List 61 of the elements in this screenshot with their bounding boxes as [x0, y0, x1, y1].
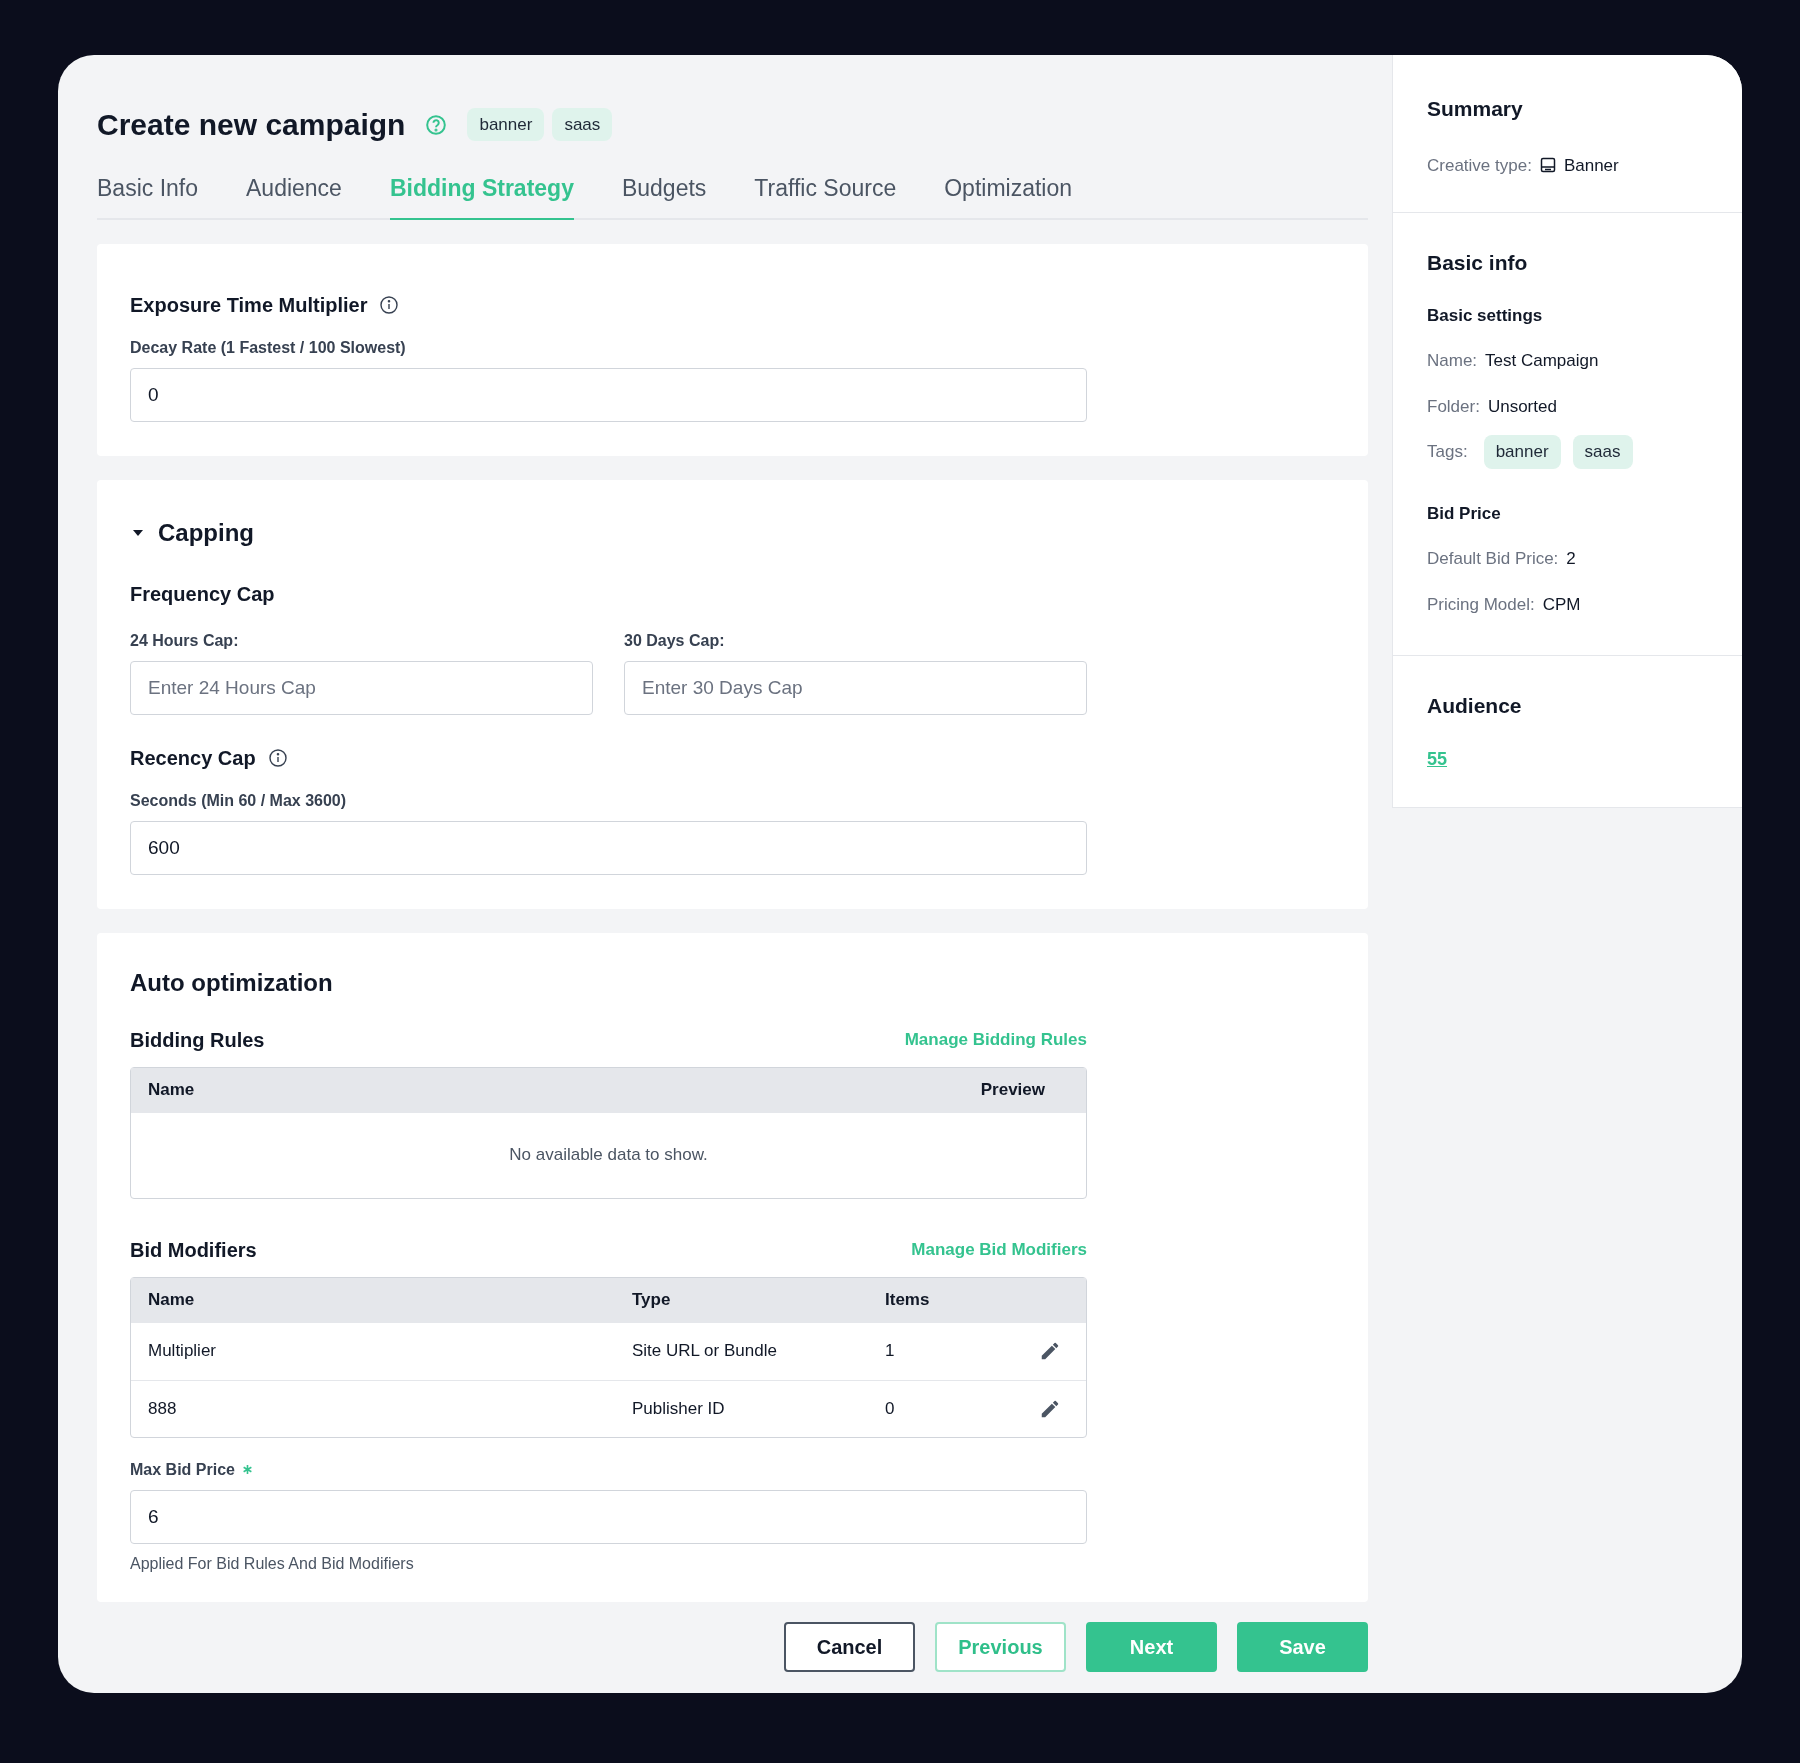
- outline-button[interactable]: Cancel: [784, 1621, 915, 1672]
- tab[interactable]: Budgets: [621, 171, 707, 220]
- summary-label: Folder:: [1427, 395, 1480, 418]
- summary-label: Tags:: [1427, 441, 1468, 463]
- table-cell-text: 1: [885, 1340, 896, 1363]
- table-cell-text: 0: [885, 1397, 896, 1420]
- tab[interactable]: Traffic Source: [754, 171, 897, 220]
- cap-field[interactable]: Enter 24 Hours Cap: [130, 660, 593, 715]
- summary-value: 2: [1566, 548, 1576, 570]
- subsection-title: Recency Cap: [130, 745, 256, 771]
- tag: banner: [1483, 435, 1561, 469]
- info-icon: [267, 747, 288, 768]
- tag: saas: [552, 107, 613, 142]
- pencil-icon[interactable]: [1039, 1340, 1061, 1362]
- field-label: Max Bid Price: [130, 1459, 235, 1480]
- summary-value: Test Campaign: [1485, 350, 1599, 372]
- subsection-title: Frequency Cap: [130, 581, 276, 607]
- panel-subtitle: Bid Price: [1427, 502, 1502, 525]
- table-cell-text: Multiplier: [148, 1340, 218, 1363]
- field-hint: Applied For Bid Rules And Bid Modifiers: [130, 1553, 415, 1574]
- column-header: Type: [632, 1289, 672, 1312]
- summary-value: Unsorted: [1487, 395, 1557, 418]
- panel-title: Summary: [1427, 96, 1524, 122]
- cap-field[interactable]: Enter 30 Days Cap: [624, 660, 1087, 715]
- field-label: Seconds (Min 60 / Max 3600): [130, 790, 348, 811]
- page-title: Create new campaign: [97, 107, 406, 143]
- column-header: Name: [148, 1289, 196, 1312]
- summary-label: Creative type:: [1427, 154, 1532, 177]
- panel-title: Basic info: [1427, 250, 1529, 276]
- table-cell-text: Publisher ID: [632, 1397, 726, 1420]
- column-header: Items: [885, 1289, 931, 1312]
- subsection-title: Bidding Rules: [130, 1027, 265, 1053]
- tab[interactable]: Audience: [246, 171, 342, 220]
- tag: banner: [467, 107, 545, 142]
- column-header: Preview: [980, 1079, 1046, 1102]
- panel-title: Audience: [1427, 693, 1522, 719]
- empty-message: No available data to show.: [509, 1144, 708, 1167]
- summary-label: Name:: [1427, 350, 1478, 372]
- field-label: 30 Days Cap:: [624, 630, 726, 651]
- subsection-title: Bid Modifiers: [130, 1237, 257, 1263]
- column-header: Name: [148, 1079, 196, 1102]
- seconds-field[interactable]: 600: [130, 820, 1087, 875]
- decay-rate-field[interactable]: 0: [130, 367, 1087, 422]
- info-icon: [379, 294, 400, 315]
- panel-subtitle: Basic settings: [1427, 304, 1544, 327]
- section-title: Auto optimization: [130, 967, 334, 998]
- summary-value: CPM: [1542, 593, 1581, 616]
- table-cell-text: 888: [148, 1397, 178, 1420]
- field-label: Decay Rate (1 Fastest / 100 Slowest): [130, 337, 407, 358]
- section-title: Exposure Time Multiplier: [130, 292, 368, 318]
- max-bid-field[interactable]: 6: [130, 1489, 1087, 1544]
- tag: saas: [1572, 435, 1633, 469]
- image-icon: [1539, 157, 1556, 174]
- summary-value: Banner: [1563, 154, 1619, 177]
- field-label: 24 Hours Cap:: [130, 630, 240, 651]
- table-cell-text: Site URL or Bundle: [632, 1340, 778, 1363]
- summary-label: Pricing Model:: [1427, 593, 1535, 616]
- tab[interactable]: Optimization: [944, 171, 1073, 220]
- tab[interactable]: Basic Info: [97, 171, 198, 220]
- summary-label: Default Bid Price:: [1427, 548, 1559, 570]
- section-title: Capping: [158, 517, 254, 548]
